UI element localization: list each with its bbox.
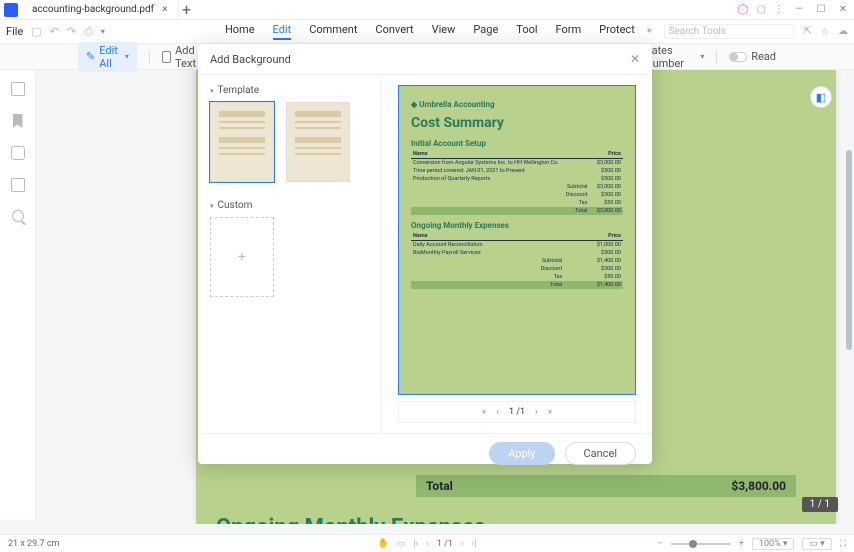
close-window-button[interactable]: ✕ (836, 4, 850, 15)
menu-home[interactable]: Home (225, 23, 255, 40)
zoom-in-button[interactable]: + (739, 539, 744, 549)
cancel-button[interactable]: Cancel (565, 442, 636, 465)
status-bar: 21 x 29.7 cm ✋ ▭ |‹ ‹ 1 /1 › ›| − + 100%… (0, 534, 854, 552)
quick-chevron-icon[interactable]: ▾ (101, 27, 105, 36)
file-menu[interactable]: File (6, 25, 23, 38)
thumbnails-icon[interactable] (11, 82, 25, 96)
text-icon (162, 51, 172, 63)
app-logo-icon (4, 3, 18, 17)
add-background-dialog: Add Background ✕ ▾ Template ▾ Custom (198, 44, 652, 464)
dialog-title: Add Background (210, 53, 291, 66)
next-page-button[interactable]: › (461, 539, 464, 549)
export-icon[interactable]: ⇱ (804, 26, 812, 37)
custom-section-header[interactable]: ▾ Custom (210, 200, 369, 211)
save-icon[interactable]: ▢ (31, 25, 41, 38)
dialog-footer: Apply Cancel (198, 433, 652, 473)
print-icon[interactable]: ⎙ (84, 25, 93, 39)
zoom-level-dropdown[interactable]: 100% ▾ (752, 538, 795, 550)
fullscreen-button[interactable]: ⛶ (840, 539, 846, 549)
preview-pager: « ‹ 1 /1 › » (398, 401, 636, 423)
preview-brand: ◆ Umbrella Accounting (411, 100, 623, 109)
search-tools-input[interactable]: Search Tools (664, 24, 794, 39)
attachments-icon[interactable] (11, 178, 25, 192)
preview-section2: Ongoing Monthly Expenses (411, 221, 623, 230)
preview-section1: Initial Account Setup (411, 139, 623, 148)
close-tab-icon[interactable]: × (162, 4, 167, 15)
menu-convert[interactable]: Convert (375, 23, 413, 40)
hand-tool-icon[interactable]: ✋ (377, 539, 388, 549)
apply-button[interactable]: Apply (489, 442, 554, 465)
menu-protect[interactable]: Protect (599, 23, 635, 40)
template-thumbnail-2[interactable] (286, 102, 350, 182)
add-custom-template-button[interactable]: + (210, 217, 274, 297)
collapse-triangle-icon: ▾ (210, 87, 214, 95)
dialog-preview-panel: ◆ Umbrella Accounting Cost Summary Initi… (382, 75, 652, 433)
preview-table-1: NamePrice Conversion from Angular System… (411, 150, 623, 215)
window-controls: ◯ ▢ ⋮ — ☐ ✕ (737, 4, 850, 15)
vertical-scrollbar[interactable] (846, 150, 852, 350)
edit-all-icon: ✎ (86, 50, 95, 63)
separator (149, 50, 150, 64)
wand-icon[interactable]: ✦ (645, 26, 653, 37)
separator (716, 50, 717, 64)
menu-form[interactable]: Form (556, 23, 582, 40)
main-menu: Home Edit Comment Convert View Page Tool… (225, 23, 635, 40)
last-page-button[interactable]: ›| (472, 539, 477, 549)
bookmarks-icon[interactable] (13, 114, 23, 128)
template-thumbnail-1[interactable] (210, 102, 274, 182)
redo-icon[interactable]: ↷ (67, 25, 76, 38)
preview-table-2: NamePrice Daily Account Reconciliation$1… (411, 232, 623, 289)
menu-view[interactable]: View (432, 23, 456, 40)
background-preview: ◆ Umbrella Accounting Cost Summary Initi… (398, 85, 636, 395)
preview-title: Cost Summary (411, 115, 623, 131)
dialog-header: Add Background ✕ (198, 44, 652, 75)
dialog-close-button[interactable]: ✕ (630, 52, 640, 66)
pager-next-button[interactable]: › (535, 407, 538, 417)
share-icon[interactable]: ▢ (757, 4, 766, 15)
left-sidebar (0, 70, 36, 520)
edit-all-button[interactable]: ✎ Edit All ▾ (78, 42, 137, 72)
dialog-sidebar: ▾ Template ▾ Custom + (198, 75, 382, 433)
floating-action-button[interactable]: ◧ (810, 86, 832, 108)
comments-icon[interactable] (11, 146, 25, 160)
minimize-button[interactable]: — (792, 4, 806, 15)
menu-edit[interactable]: Edit (273, 23, 292, 40)
menu-comment[interactable]: Comment (309, 23, 357, 40)
home-icon[interactable]: ⌂ (822, 26, 828, 37)
pager-last-button[interactable]: » (548, 407, 552, 417)
add-tab-button[interactable]: + (179, 0, 195, 19)
collapse-triangle-icon: ▾ (210, 202, 214, 210)
document-tab[interactable]: accounting-background.pdf × (22, 0, 179, 19)
more-icon[interactable]: ⋮ (774, 4, 784, 15)
menu-tool[interactable]: Tool (516, 23, 537, 40)
cloud-sync-icon[interactable]: ☁ (838, 26, 848, 37)
zoom-slider[interactable] (671, 543, 731, 545)
undo-icon[interactable]: ↶ (50, 25, 59, 38)
search-panel-icon[interactable] (12, 210, 24, 222)
pager-prev-button[interactable]: ‹ (496, 407, 499, 417)
maximize-button[interactable]: ☐ (814, 4, 828, 15)
select-tool-icon[interactable]: ▭ (397, 539, 406, 549)
fit-dropdown[interactable]: ▭ ▾ (802, 538, 831, 550)
first-page-button[interactable]: |‹ (413, 539, 418, 549)
read-mode-toggle[interactable]: Read (729, 50, 776, 63)
page-dimensions-label: 21 x 29.7 cm (8, 539, 59, 549)
zoom-out-button[interactable]: − (658, 539, 663, 549)
menubar: File ▢ ↶ ↷ ⎙ ▾ Home Edit Comment Convert… (0, 20, 854, 44)
pager-first-button[interactable]: « (482, 407, 486, 417)
prev-page-button[interactable]: ‹ (426, 539, 429, 549)
template-section-header[interactable]: ▾ Template (210, 85, 369, 96)
menu-page[interactable]: Page (473, 23, 498, 40)
document-tab-title: accounting-background.pdf (32, 4, 154, 15)
page-indicator-badge: 1 / 1 (802, 497, 838, 512)
doc-section-heading: Ongoing Monthly Expenses (216, 515, 485, 524)
titlebar: accounting-background.pdf × + ◯ ▢ ⋮ — ☐ … (0, 0, 854, 20)
doc-total-row: Total $3,800.00 (416, 475, 796, 497)
cloud-icon[interactable]: ◯ (737, 4, 748, 15)
chevron-down-icon: ▾ (125, 52, 129, 61)
